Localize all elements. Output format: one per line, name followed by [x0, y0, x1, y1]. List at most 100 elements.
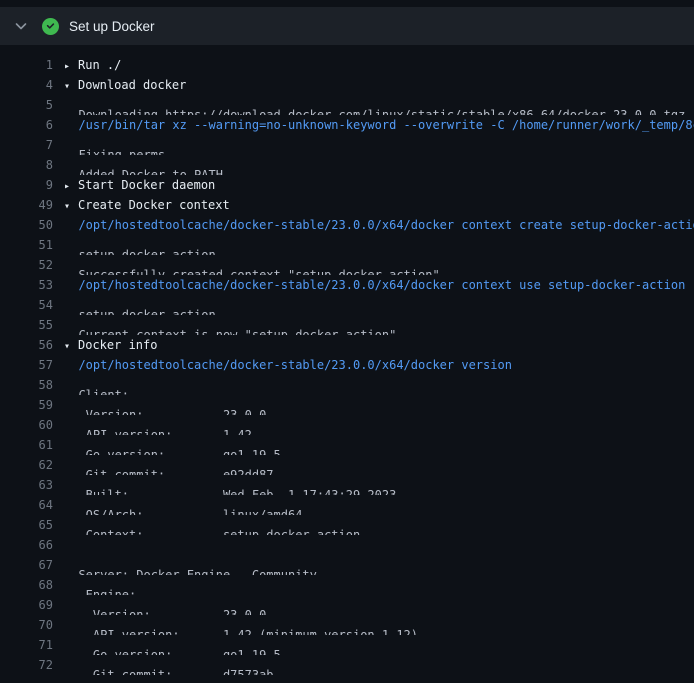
log-text: API version: 1.42 — [64, 415, 252, 435]
log-line: 55 Current context is now "setup-docker-… — [0, 315, 694, 335]
log-line: 5 Downloading https://download.docker.co… — [0, 95, 694, 115]
log-text: Client: — [64, 375, 129, 395]
line-number[interactable]: 49 — [0, 195, 53, 215]
log-group-row[interactable]: 1 ▸Run ./ — [0, 55, 694, 75]
check-circle-icon — [42, 18, 59, 35]
line-number[interactable]: 66 — [0, 535, 53, 555]
line-number[interactable]: 69 — [0, 595, 53, 615]
line-number[interactable]: 1 — [0, 55, 53, 75]
log-text: Engine: — [64, 575, 136, 595]
group-title-label: Download docker — [78, 78, 186, 92]
line-number[interactable]: 68 — [0, 575, 53, 595]
log-line: 61 Go version: go1.19.5 — [0, 435, 694, 455]
line-number[interactable]: 72 — [0, 655, 53, 675]
group-title[interactable]: ▾Create Docker context — [64, 195, 230, 215]
triangle-collapsed-icon: ▸ — [64, 177, 78, 195]
log-line: 54 setup-docker-action — [0, 295, 694, 315]
step-title: Set up Docker — [69, 19, 155, 34]
step-header[interactable]: Set up Docker — [0, 7, 694, 45]
line-number[interactable]: 60 — [0, 415, 53, 435]
line-number[interactable]: 63 — [0, 475, 53, 495]
log-text: OS/Arch: linux/amd64 — [64, 495, 302, 515]
log-line: 68 Engine: — [0, 575, 694, 595]
line-number[interactable]: 5 — [0, 95, 53, 115]
line-number[interactable]: 4 — [0, 75, 53, 95]
log-line: 66 — [0, 535, 694, 555]
log-text-segment: Downloading — [64, 108, 165, 115]
line-number[interactable]: 58 — [0, 375, 53, 395]
log-text: Fixing perms — [64, 135, 165, 155]
group-title[interactable]: ▾Docker info — [64, 335, 157, 355]
triangle-expanded-icon: ▾ — [64, 197, 78, 215]
actions-log-viewer: Set up Docker 1▸Run ./4▾Download docker5… — [0, 0, 694, 683]
line-number[interactable]: 64 — [0, 495, 53, 515]
log-group-row[interactable]: 56 ▾Docker info — [0, 335, 694, 355]
log-link[interactable]: https://download.docker.com/linux/static… — [165, 108, 685, 115]
line-number[interactable]: 65 — [0, 515, 53, 535]
log-line: 52 Successfully created context "setup-d… — [0, 255, 694, 275]
line-number[interactable]: 62 — [0, 455, 53, 475]
log-line: 50 /opt/hostedtoolcache/docker-stable/23… — [0, 215, 694, 235]
log-text: setup-docker-action — [64, 295, 216, 315]
log-text: /opt/hostedtoolcache/docker-stable/23.0.… — [64, 355, 512, 375]
line-number[interactable]: 54 — [0, 295, 53, 315]
line-number[interactable]: 8 — [0, 155, 53, 175]
log-text: Go version: go1.19.5 — [64, 635, 281, 655]
log-line: 7 Fixing perms — [0, 135, 694, 155]
group-title-label: Docker info — [78, 338, 157, 352]
group-title-label: Start Docker daemon — [78, 178, 215, 192]
log-line: 65 Context: setup-docker-action — [0, 515, 694, 535]
log-text: Current context is now "setup-docker-act… — [64, 315, 396, 335]
log-group-row[interactable]: 4 ▾Download docker — [0, 75, 694, 95]
log-text: Downloading https://download.docker.com/… — [64, 95, 685, 115]
triangle-expanded-icon: ▾ — [64, 337, 78, 355]
log-line: 67 Server: Docker Engine - Community — [0, 555, 694, 575]
log-group-row[interactable]: 9 ▸Start Docker daemon — [0, 175, 694, 195]
log-text: Successfully created context "setup-dock… — [64, 255, 440, 275]
line-number[interactable]: 56 — [0, 335, 53, 355]
log-text: Added Docker to PATH — [64, 155, 223, 175]
line-number[interactable]: 55 — [0, 315, 53, 335]
log-line: 59 Version: 23.0.0 — [0, 395, 694, 415]
group-title[interactable]: ▾Download docker — [64, 75, 186, 95]
log-line: 64 OS/Arch: linux/amd64 — [0, 495, 694, 515]
line-number[interactable]: 9 — [0, 175, 53, 195]
group-title[interactable]: ▸Run ./ — [64, 55, 121, 75]
log-text: Version: 23.0.0 — [64, 595, 266, 615]
line-number[interactable]: 71 — [0, 635, 53, 655]
log-text: Context: setup-docker-action — [64, 515, 360, 535]
line-number[interactable]: 52 — [0, 255, 53, 275]
line-number[interactable]: 6 — [0, 115, 53, 135]
log-line: 58 Client: — [0, 375, 694, 395]
line-number[interactable]: 51 — [0, 235, 53, 255]
log-group-row[interactable]: 49 ▾Create Docker context — [0, 195, 694, 215]
triangle-expanded-icon: ▾ — [64, 77, 78, 95]
log-line: 62 Git commit: e92dd87 — [0, 455, 694, 475]
log-line: 60 API version: 1.42 — [0, 415, 694, 435]
log-line: 71 Go version: go1.19.5 — [0, 635, 694, 655]
line-number[interactable]: 61 — [0, 435, 53, 455]
log-text: /opt/hostedtoolcache/docker-stable/23.0.… — [64, 275, 685, 295]
chevron-down-icon[interactable] — [13, 18, 29, 34]
log-line: 63 Built: Wed Feb 1 17:43:29 2023 — [0, 475, 694, 495]
line-number[interactable]: 70 — [0, 615, 53, 635]
line-number[interactable]: 50 — [0, 215, 53, 235]
log-line: 53 /opt/hostedtoolcache/docker-stable/23… — [0, 275, 694, 295]
group-title[interactable]: ▸Start Docker daemon — [64, 175, 215, 195]
line-number[interactable]: 53 — [0, 275, 53, 295]
log-line: 51 setup-docker-action — [0, 235, 694, 255]
log-line: 72 Git commit: d7573ab — [0, 655, 694, 675]
log-line: 70 API version: 1.42 (minimum version 1.… — [0, 615, 694, 635]
log-console: 1▸Run ./4▾Download docker5 Downloading h… — [0, 45, 694, 675]
line-number[interactable]: 57 — [0, 355, 53, 375]
line-number[interactable]: 7 — [0, 135, 53, 155]
log-text: Git commit: d7573ab — [64, 655, 274, 675]
group-title-label: Run ./ — [78, 58, 121, 72]
log-line: 6 /usr/bin/tar xz --warning=no-unknown-k… — [0, 115, 694, 135]
line-number[interactable]: 59 — [0, 395, 53, 415]
log-text: Version: 23.0.0 — [64, 395, 266, 415]
log-text: API version: 1.42 (minimum version 1.12) — [64, 615, 418, 635]
triangle-collapsed-icon: ▸ — [64, 57, 78, 75]
line-number[interactable]: 67 — [0, 555, 53, 575]
log-text: setup-docker-action — [64, 235, 216, 255]
